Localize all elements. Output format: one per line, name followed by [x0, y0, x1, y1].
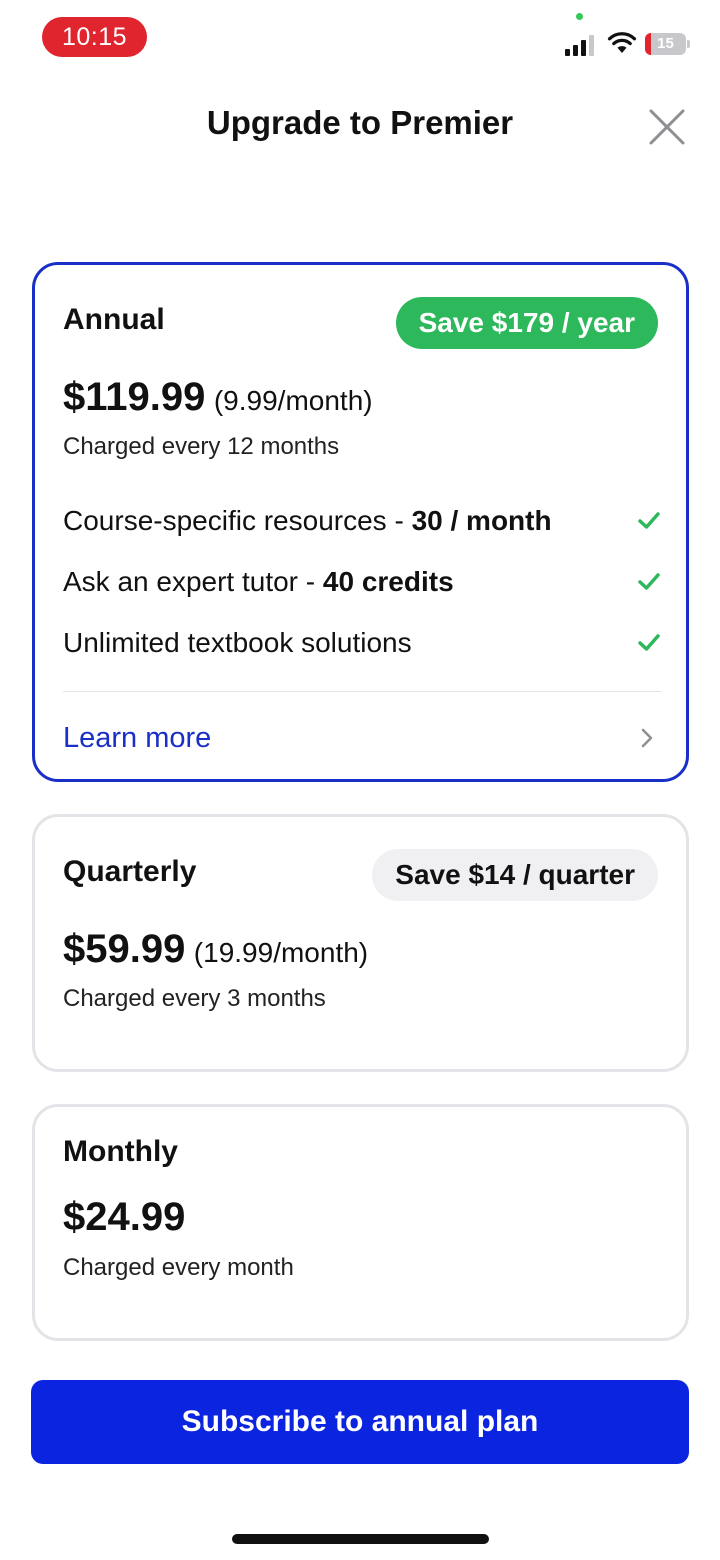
savings-badge: Save $14 / quarter: [372, 849, 658, 901]
plan-price: $59.99: [63, 927, 186, 971]
divider: [63, 691, 661, 692]
savings-badge: Save $179 / year: [395, 297, 658, 349]
feature-item: Unlimited textbook solutions: [63, 623, 661, 663]
feature-item: Ask an expert tutor - 40 credits: [63, 562, 661, 602]
billing-frequency: Charged every 3 months: [63, 985, 326, 1012]
feature-highlight: 30 / month: [411, 505, 552, 536]
price-row: $24.99: [63, 1195, 185, 1240]
price-row: $59.99 (19.99/month): [63, 927, 368, 972]
page-title: Upgrade to Premier: [206, 104, 514, 141]
price-row: $119.99 (9.99/month): [63, 375, 373, 420]
learn-more-link[interactable]: Learn more: [63, 716, 661, 760]
battery-icon: 15: [645, 33, 691, 55]
feature-text: Course-specific resources - 30 / month: [63, 505, 552, 536]
plan-card-annual[interactable]: Annual Save $179 / year $119.99 (9.99/mo…: [32, 262, 689, 782]
subscribe-button[interactable]: Subscribe to annual plan: [31, 1380, 689, 1464]
plan-per-month: (19.99/month): [193, 937, 369, 968]
feature-item: Course-specific resources - 30 / month: [63, 501, 661, 541]
privacy-indicator-dot: [576, 13, 583, 20]
billing-frequency: Charged every 12 months: [63, 433, 340, 460]
home-indicator[interactable]: [232, 1534, 489, 1544]
cellular-signal-icon: [565, 35, 594, 56]
billing-frequency: Charged every month: [63, 1254, 294, 1281]
feature-highlight: 40 credits: [322, 566, 454, 597]
plan-name: Annual: [63, 303, 165, 336]
wifi-icon: [607, 32, 637, 53]
plan-price: $24.99: [63, 1195, 186, 1239]
status-time: 10:15: [42, 17, 147, 57]
plan-name: Monthly: [63, 1135, 178, 1168]
plan-card-quarterly[interactable]: Quarterly Save $14 / quarter $59.99 (19.…: [32, 814, 689, 1072]
plan-name: Quarterly: [63, 855, 197, 888]
close-icon[interactable]: [646, 106, 688, 148]
plan-per-month: (9.99/month): [213, 385, 373, 416]
plan-price: $119.99: [63, 375, 206, 419]
learn-more-label: Learn more: [63, 722, 212, 754]
feature-text: Ask an expert tutor - 40 credits: [63, 566, 454, 597]
plan-card-monthly[interactable]: Monthly $24.99 Charged every month: [32, 1104, 689, 1341]
chevron-right-icon: [641, 728, 653, 748]
checkmark-icon: [638, 634, 660, 651]
feature-text: Unlimited textbook solutions: [63, 627, 412, 658]
checkmark-icon: [638, 573, 660, 590]
battery-level: 15: [657, 35, 674, 52]
checkmark-icon: [638, 512, 660, 529]
